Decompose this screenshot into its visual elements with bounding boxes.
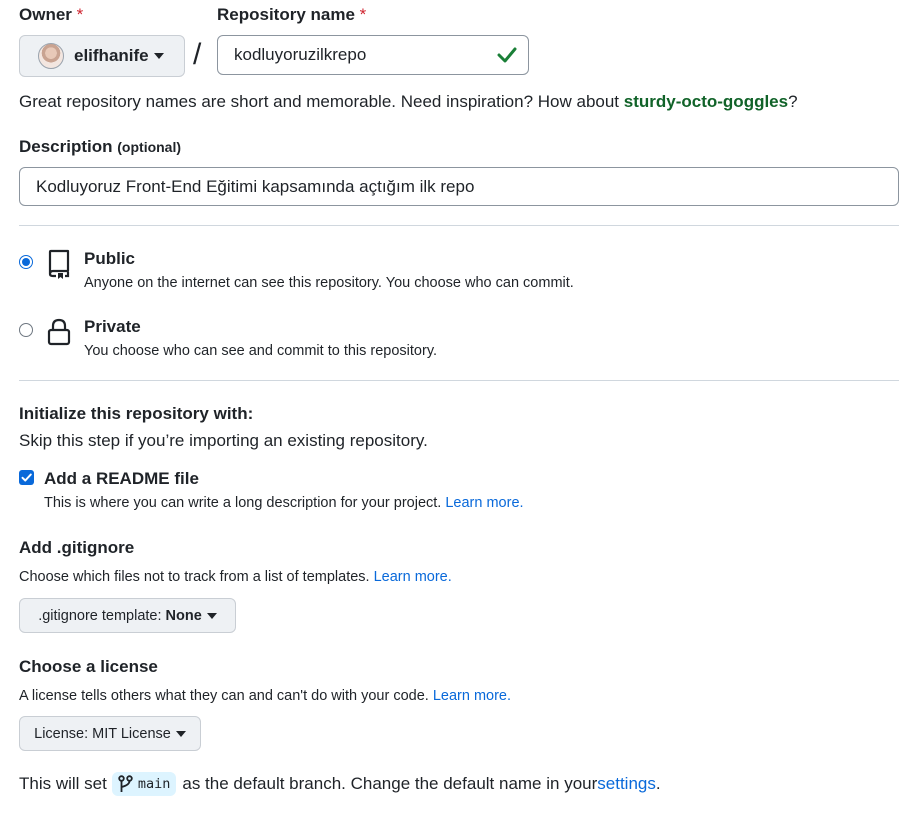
readme-learn-more-link[interactable]: Learn more. [445,495,523,511]
checkmark-icon [21,473,32,482]
branch-badge: main [111,772,177,796]
repo-name-input[interactable]: kodluyoruzilkrepo [217,35,529,75]
gitignore-learn-more-link[interactable]: Learn more. [374,569,452,585]
repo-name-label: Repository name * [217,5,367,24]
description-input[interactable]: Kodluyoruz Front-End Eğitimi kapsamında … [19,167,899,206]
check-icon [497,47,517,63]
private-description: You choose who can see and commit to thi… [84,343,438,359]
chevron-down-icon [206,612,217,619]
readme-checkbox[interactable] [19,470,34,485]
description-value: Kodluyoruz Front-End Eğitimi kapsamında … [36,176,475,196]
init-title: Initialize this repository with: [19,404,254,423]
readme-label[interactable]: Add a README file [44,469,199,489]
divider [19,225,899,226]
owner-label: Owner * [19,5,84,24]
repo-icon [48,249,70,279]
license-learn-more-link[interactable]: Learn more. [433,688,511,704]
license-title: Choose a license [19,657,158,676]
default-branch-note: This will set main as the default branch… [19,772,661,796]
divider [19,380,899,381]
public-description: Anyone on the internet can see this repo… [84,275,574,291]
chevron-down-icon [175,730,186,737]
private-radio[interactable] [19,323,33,337]
readme-description: This is where you can write a long descr… [44,495,524,511]
settings-link[interactable]: settings [597,774,656,794]
name-suggestion[interactable]: sturdy-octo-goggles [624,92,788,111]
init-subtitle: Skip this step if you’re importing an ex… [19,431,428,450]
description-label: Description (optional) [19,137,182,156]
owner-dropdown[interactable]: elifhanife [19,35,185,77]
gitignore-template-button[interactable]: .gitignore template: None [19,598,236,633]
public-title: Public [84,249,136,268]
gitignore-description: Choose which files not to track from a l… [19,569,452,585]
owner-name: elifhanife [74,46,149,65]
license-button[interactable]: License: MIT License [19,716,201,751]
chevron-down-icon [153,53,164,59]
public-radio[interactable] [19,255,33,269]
lock-icon [47,318,71,346]
repo-name-hint: Great repository names are short and mem… [19,92,798,111]
avatar [38,43,64,69]
gitignore-title: Add .gitignore [19,538,135,557]
private-title: Private [84,317,141,336]
license-description: A license tells others what they can and… [19,688,512,704]
repo-name-value: kodluyoruzilkrepo [234,45,367,64]
git-branch-icon [118,775,133,792]
owner-repo-separator: / [193,38,202,71]
